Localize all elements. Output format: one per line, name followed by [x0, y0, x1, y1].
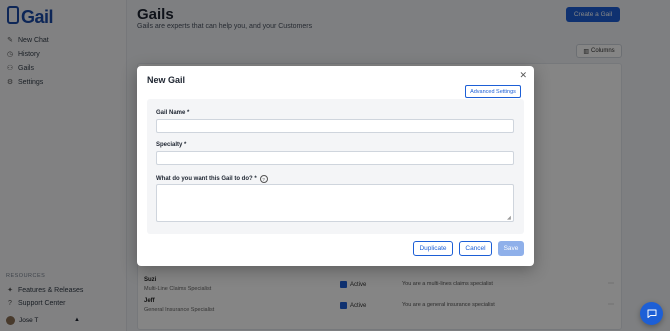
task-label: What do you want this Gail to do? * ? — [156, 175, 268, 183]
form-area: Gail Name * Specialty * What do you want… — [147, 99, 524, 234]
specialty-label: Specialty * — [156, 142, 187, 148]
close-icon[interactable]: ✕ — [519, 70, 527, 81]
chat-bubble-icon — [647, 309, 656, 318]
specialty-input[interactable] — [156, 151, 514, 165]
duplicate-button[interactable]: Duplicate — [413, 241, 453, 256]
new-gail-dialog: New Gail ✕ Advanced Settings Gail Name *… — [137, 66, 534, 266]
help-circle-icon[interactable]: ? — [259, 175, 268, 183]
cancel-button[interactable]: Cancel — [459, 241, 492, 256]
gail-name-label: Gail Name * — [156, 110, 190, 116]
resize-handle-icon[interactable]: ◢ — [507, 215, 511, 221]
advanced-settings-button[interactable]: Advanced Settings — [465, 85, 521, 98]
task-textarea[interactable] — [156, 184, 514, 222]
gail-name-input[interactable] — [156, 119, 514, 133]
dialog-title: New Gail — [147, 75, 186, 85]
save-button[interactable]: Save — [498, 241, 524, 256]
chat-launcher-button[interactable] — [640, 302, 663, 325]
